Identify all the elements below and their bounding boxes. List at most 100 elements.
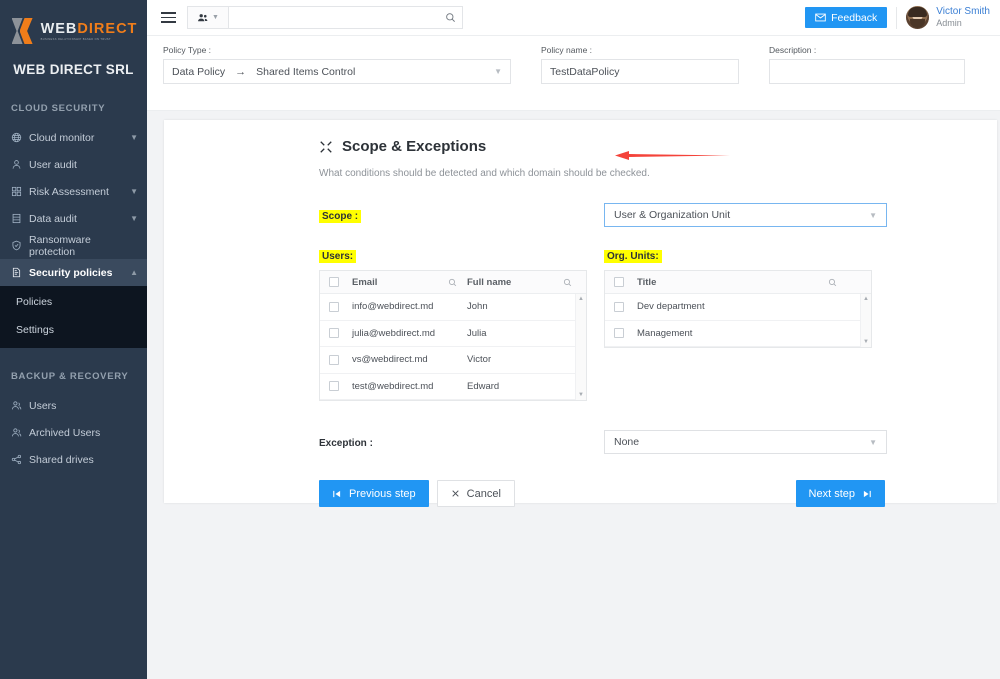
- sidebar: WEBDIRECT BUSINESS RELATIONSHIP BASED ON…: [0, 0, 147, 679]
- users-select-all-checkbox-cell[interactable]: [320, 271, 347, 293]
- next-step-button[interactable]: Next step: [795, 480, 885, 507]
- cell-fullname: Edward: [467, 380, 500, 392]
- search-input[interactable]: [229, 7, 438, 28]
- users-table: Email Full name info@webdirect.md John j…: [319, 270, 587, 401]
- row-checkbox-cell[interactable]: [605, 301, 632, 312]
- wizard-buttons: Previous step Cancel Next step: [319, 480, 885, 507]
- sidebar-label: Shared drives: [29, 453, 94, 466]
- users-column-header-fullname[interactable]: Full name: [462, 271, 577, 293]
- policy-document-icon: [11, 267, 27, 278]
- users-table-scrollbar[interactable]: ▲ ▼: [575, 294, 586, 400]
- org-units-column-header-title[interactable]: Title: [632, 271, 842, 293]
- policy-name-input[interactable]: TestDataPolicy: [541, 59, 739, 84]
- previous-step-button[interactable]: Previous step: [319, 480, 429, 507]
- cancel-button[interactable]: Cancel: [436, 480, 515, 507]
- sidebar-item-cloud-monitor[interactable]: Cloud monitor ▼: [0, 124, 147, 151]
- chevron-down-icon: ▼: [212, 14, 219, 21]
- sidebar-item-user-audit[interactable]: User audit: [0, 151, 147, 178]
- logo-text-direct: DIRECT: [77, 20, 138, 37]
- checkbox[interactable]: [613, 301, 624, 312]
- page-title: Scope & Exceptions: [342, 138, 487, 155]
- table-row[interactable]: Dev department: [605, 294, 871, 321]
- row-checkbox-cell[interactable]: [320, 354, 347, 365]
- shield-check-icon: [11, 240, 27, 251]
- annotation-arrow: [615, 150, 730, 161]
- checkbox[interactable]: [613, 277, 624, 287]
- cell-fullname: Julia: [467, 327, 487, 339]
- main-area: ▼ Feedback Victor Smith Admin Policy Typ…: [147, 0, 1000, 679]
- sidebar-item-archived-users[interactable]: Archived Users: [0, 419, 147, 446]
- sidebar-subitem-policies[interactable]: Policies: [0, 288, 147, 316]
- row-checkbox-cell[interactable]: [320, 328, 347, 339]
- exception-select[interactable]: None ▼: [604, 430, 887, 454]
- row-checkbox-cell[interactable]: [320, 381, 347, 392]
- table-row[interactable]: julia@webdirect.md Julia: [320, 321, 586, 347]
- table-row[interactable]: Management: [605, 321, 871, 347]
- next-step-label: Next step: [808, 487, 855, 500]
- table-row[interactable]: test@webdirect.md Edward: [320, 374, 586, 400]
- checkbox[interactable]: [328, 381, 339, 392]
- checkbox[interactable]: [613, 328, 624, 339]
- search-icon[interactable]: [448, 278, 457, 287]
- users-column-header-email[interactable]: Email: [347, 271, 462, 293]
- sidebar-item-ransomware-protection[interactable]: Ransomware protection: [0, 232, 147, 259]
- policy-type-select[interactable]: Data Policy → Shared Items Control ▼: [163, 59, 511, 84]
- user-menu[interactable]: Victor Smith Admin: [936, 6, 990, 30]
- cell-fullname: John: [467, 301, 488, 313]
- row-checkbox-cell[interactable]: [605, 328, 632, 339]
- logo-text-web: WEB: [40, 20, 78, 37]
- cancel-label: Cancel: [466, 487, 501, 500]
- cell-fullname: Victor: [467, 354, 492, 366]
- description-input[interactable]: [769, 59, 965, 84]
- policy-name-value: TestDataPolicy: [550, 65, 620, 78]
- close-x-icon: [451, 489, 460, 498]
- org-units-table-scrollbar[interactable]: ▲ ▼: [860, 294, 871, 347]
- section-subtitle: What conditions should be detected and w…: [319, 168, 650, 179]
- sidebar-label: Ransomware protection: [29, 233, 91, 258]
- scroll-down-icon[interactable]: ▼: [578, 392, 584, 398]
- org-units-table: Title Dev department Management ▲ ▼: [604, 270, 872, 348]
- scope-crosshair-icon: [319, 140, 333, 154]
- search-icon[interactable]: [438, 7, 462, 28]
- checkbox[interactable]: [328, 354, 339, 365]
- users-table-body: info@webdirect.md John julia@webdirect.m…: [320, 294, 586, 400]
- checkbox[interactable]: [328, 328, 339, 339]
- logo-tagline: BUSINESS RELATIONSHIP BASED ON TRUST: [40, 37, 112, 41]
- scope-select[interactable]: User & Organization Unit ▼: [604, 203, 887, 227]
- scroll-up-icon[interactable]: ▲: [863, 296, 869, 302]
- cell-title: Dev department: [637, 301, 705, 313]
- hamburger-icon[interactable]: [155, 5, 181, 31]
- description-label: Description :: [769, 45, 817, 55]
- search-scope-selector[interactable]: ▼: [188, 7, 229, 28]
- chevron-down-icon: ▼: [869, 210, 877, 220]
- org-units-select-all-checkbox-cell[interactable]: [605, 271, 632, 293]
- column-label: Full name: [467, 276, 512, 288]
- table-row[interactable]: vs@webdirect.md Victor: [320, 347, 586, 374]
- scroll-down-icon[interactable]: ▼: [863, 339, 869, 345]
- table-row[interactable]: info@webdirect.md John: [320, 294, 586, 321]
- checkbox[interactable]: [328, 277, 339, 287]
- cell-title: Management: [637, 327, 693, 339]
- grid-icon: [11, 186, 27, 197]
- sidebar-item-data-audit[interactable]: Data audit ▼: [0, 205, 147, 232]
- checkbox[interactable]: [328, 301, 339, 312]
- sidebar-subitem-settings[interactable]: Settings: [0, 316, 147, 344]
- search-icon[interactable]: [828, 278, 837, 287]
- database-icon: [11, 213, 27, 224]
- feedback-button[interactable]: Feedback: [805, 7, 888, 28]
- sidebar-item-shared-drives[interactable]: Shared drives: [0, 446, 147, 473]
- chevron-down-icon: ▼: [494, 67, 502, 76]
- scope-label: Scope :: [319, 210, 362, 223]
- scroll-up-icon[interactable]: ▲: [578, 296, 584, 302]
- sidebar-item-risk-assessment[interactable]: Risk Assessment ▼: [0, 178, 147, 205]
- cell-email: test@webdirect.md: [352, 380, 434, 392]
- sidebar-item-users[interactable]: Users: [0, 392, 147, 419]
- row-checkbox-cell[interactable]: [320, 301, 347, 312]
- avatar[interactable]: [906, 6, 930, 29]
- chevron-down-icon: ▼: [130, 187, 138, 196]
- sidebar-item-security-policies[interactable]: Security policies ▲: [0, 259, 147, 286]
- scope-row: Scope : User & Organization Unit ▼: [319, 203, 965, 227]
- nav-section-backup-recovery: BACKUP & RECOVERY: [11, 371, 129, 382]
- app-root: WEBDIRECT BUSINESS RELATIONSHIP BASED ON…: [0, 0, 1000, 679]
- search-icon[interactable]: [563, 278, 572, 287]
